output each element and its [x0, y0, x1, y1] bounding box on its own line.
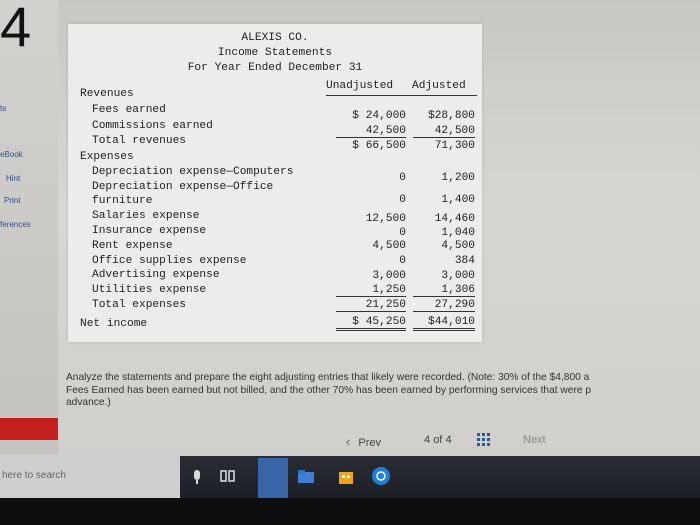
- row-fees-label: Fees earned: [92, 104, 166, 116]
- row-rent-unadjusted: 4,500: [372, 240, 406, 252]
- statement-period: For Year Ended December 31: [187, 62, 363, 74]
- prev-label: Prev: [358, 437, 382, 449]
- grid-view-icon[interactable]: [477, 433, 491, 446]
- row-fees-adjusted: $28,800: [428, 110, 475, 122]
- revenues-heading: Revenues: [80, 88, 134, 100]
- instructions-line-1: Analyze the statements and prepare the e…: [66, 372, 590, 383]
- row-total-expenses-adjusted: 27,290: [413, 299, 475, 312]
- row-commissions-adjusted: 42,500: [413, 125, 475, 138]
- column-headers: Unadjusted Adjusted: [326, 80, 477, 96]
- expenses-heading: Expenses: [80, 151, 134, 163]
- row-fees-unadjusted: $ 24,000: [352, 110, 406, 122]
- row-total-revenues-unadjusted: $ 66,500: [352, 140, 406, 152]
- row-dep-office-unadjusted: 0: [399, 194, 406, 206]
- col-adjusted: Adjusted: [412, 80, 466, 92]
- row-dep-office-adjusted: 1,400: [441, 194, 475, 206]
- row-advertising-label: Advertising expense: [92, 269, 220, 281]
- row-rent-label: Rent expense: [92, 240, 173, 252]
- sidebar-item-hint[interactable]: Hint: [6, 174, 64, 183]
- row-salaries-adjusted: 14,460: [434, 213, 475, 225]
- row-office-supplies-label: Office supplies expense: [92, 255, 247, 267]
- store-icon[interactable]: [336, 465, 356, 487]
- instructions-line-2: Fees Earned has been earned but not bill…: [66, 384, 591, 396]
- sidebar-item-parts[interactable]: ts: [0, 104, 58, 113]
- next-button[interactable]: Next: [523, 434, 546, 446]
- row-office-supplies-unadjusted: 0: [399, 255, 406, 267]
- row-insurance-label: Insurance expense: [92, 225, 207, 237]
- row-salaries-label: Salaries expense: [92, 210, 200, 222]
- row-net-income-adjusted: $44,010: [413, 316, 475, 331]
- task-view-icon[interactable]: [218, 465, 238, 487]
- row-utilities-adjusted: 1,306: [413, 284, 475, 297]
- page-current: 4: [424, 434, 431, 446]
- page-total: 4: [445, 434, 452, 446]
- screen-bezel: [0, 498, 700, 525]
- chevron-left-icon: ‹: [346, 434, 351, 449]
- row-net-income-unadjusted: $ 45,250: [336, 316, 406, 331]
- question-number: 4: [0, 0, 32, 58]
- instructions-text: Analyze the statements and prepare the e…: [66, 372, 700, 410]
- row-net-income-label: Net income: [80, 318, 148, 330]
- row-total-revenues-label: Total revenues: [92, 135, 186, 147]
- row-insurance-adjusted: 1,040: [441, 227, 475, 239]
- page-of: of: [433, 434, 443, 446]
- taskbar-search[interactable]: here to search: [0, 456, 180, 498]
- page-indicator: 4 of 4: [424, 434, 452, 446]
- row-total-expenses-unadjusted: 21,250: [336, 299, 406, 312]
- row-total-expenses-label: Total expenses: [92, 299, 186, 311]
- row-total-revenues-adjusted: 71,300: [434, 140, 475, 152]
- row-utilities-label: Utilities expense: [92, 284, 207, 296]
- row-rent-adjusted: 4,500: [441, 240, 475, 252]
- company-name: ALEXIS CO.: [241, 32, 309, 44]
- row-commissions-unadjusted: 42,500: [336, 125, 406, 138]
- microphone-icon[interactable]: [190, 465, 204, 487]
- app-icon[interactable]: [370, 465, 392, 487]
- file-explorer-icon[interactable]: [296, 465, 316, 487]
- row-advertising-unadjusted: 3,000: [372, 270, 406, 282]
- row-salaries-unadjusted: 12,500: [365, 213, 406, 225]
- row-dep-computers-label: Depreciation expense—Computers: [92, 166, 294, 178]
- row-dep-office-label-1: Depreciation expense—Office: [92, 181, 274, 193]
- instructions-line-3: advance.): [66, 397, 111, 408]
- row-insurance-unadjusted: 0: [399, 227, 406, 239]
- row-office-supplies-adjusted: 384: [454, 255, 475, 267]
- col-unadjusted: Unadjusted: [326, 80, 394, 92]
- sidebar-logo: [0, 418, 58, 440]
- row-dep-office-label-2: furniture: [92, 195, 153, 207]
- sidebar-item-print[interactable]: Print: [4, 196, 62, 205]
- row-utilities-unadjusted: 1,250: [336, 284, 406, 297]
- row-dep-computers-adjusted: 1,200: [441, 172, 475, 184]
- income-statement-image: ALEXIS CO. Income Statements For Year En…: [68, 24, 482, 342]
- sidebar-item-ebook[interactable]: eBook: [0, 150, 58, 159]
- row-commissions-label: Commissions earned: [92, 120, 213, 132]
- edge-browser-icon[interactable]: [258, 458, 288, 498]
- row-dep-computers-unadjusted: 0: [399, 172, 406, 184]
- sidebar-item-references[interactable]: ferences: [0, 220, 58, 229]
- row-advertising-adjusted: 3,000: [441, 270, 475, 282]
- statement-title: Income Statements: [217, 47, 333, 59]
- prev-button[interactable]: ‹ Prev: [346, 434, 381, 449]
